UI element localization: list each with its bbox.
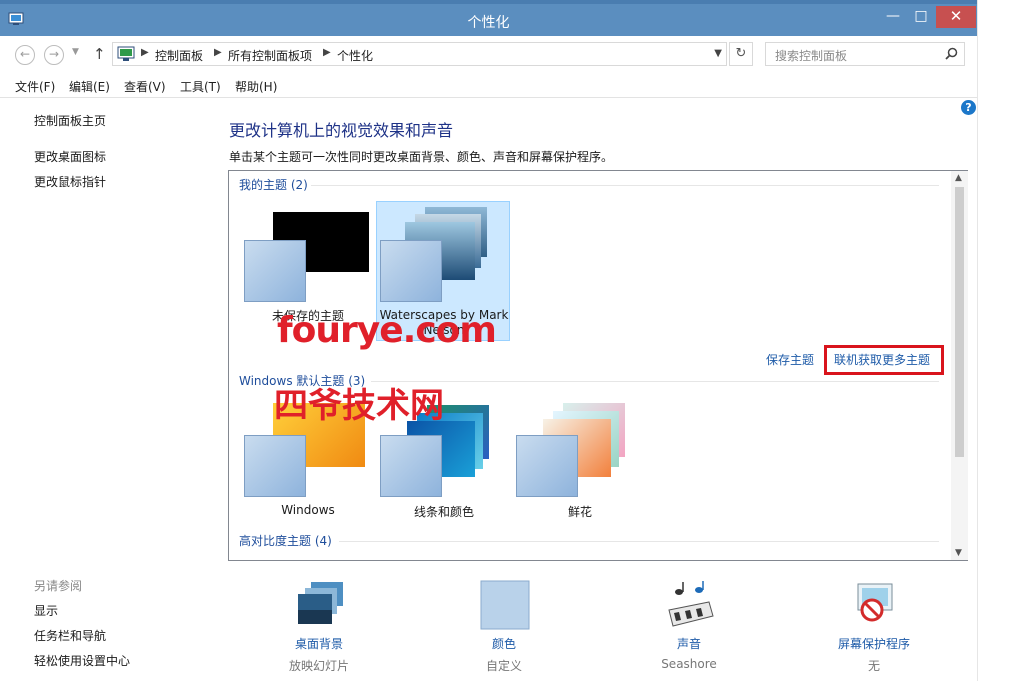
background-strip <box>977 0 1010 681</box>
screensaver-label: 屏幕保护程序 <box>837 637 910 651</box>
color-palette-icon <box>244 435 306 497</box>
taskbar-navigation-link[interactable]: 任务栏和导航 <box>34 627 106 644</box>
maximize-button[interactable]: □ <box>908 6 934 28</box>
watermark-url: fourye.com <box>277 310 497 351</box>
screensaver-setting[interactable]: 屏幕保护程序 无 <box>819 578 929 678</box>
see-also-heading: 另请参阅 <box>34 579 83 593</box>
breadcrumb-separator-icon[interactable]: ▶ <box>323 47 331 58</box>
color-swatch-icon <box>480 580 530 630</box>
color-setting[interactable]: 颜色 自定义 <box>449 578 559 678</box>
screensaver-value: 无 <box>867 659 880 673</box>
change-desktop-icons-link[interactable]: 更改桌面图标 <box>34 148 106 165</box>
desktop-background-value: 放映幻灯片 <box>288 659 349 673</box>
color-label: 颜色 <box>491 637 516 651</box>
minimize-button[interactable]: — <box>880 6 906 28</box>
menu-bar: 文件(F) 编辑(E) 查看(V) 工具(T) 帮助(H) <box>0 72 977 98</box>
save-theme-link[interactable]: 保存主题 <box>766 351 814 368</box>
color-tile-icon <box>244 240 306 302</box>
desktop-background-setting[interactable]: 桌面背景 放映幻灯片 <box>264 578 374 678</box>
theme-name: 线条和颜色 <box>413 505 474 519</box>
close-button[interactable]: ✕ <box>936 6 976 28</box>
address-chevron-down-icon[interactable]: ▼ <box>714 48 722 59</box>
color-palette-icon <box>516 435 578 497</box>
menu-tools[interactable]: 工具(T) <box>180 78 221 95</box>
menu-view[interactable]: 查看(V) <box>124 78 166 95</box>
scrollbar-thumb[interactable] <box>955 187 964 457</box>
theme-name: Windows <box>281 503 335 517</box>
high-contrast-group-title: 高对比度主题 (4) <box>239 534 332 548</box>
desktop-background-icon <box>298 582 343 624</box>
refresh-button[interactable]: ↻ <box>729 42 753 66</box>
group-divider <box>371 381 939 382</box>
my-themes-group-title: 我的主题 (2) <box>239 178 308 192</box>
group-divider <box>339 541 939 542</box>
navigation-bar: ← → ▼ ↑ ▶ 控制面板 ▶ 所有控制面板项 ▶ 个性化 ▼ ↻ 搜索控制面… <box>0 36 977 72</box>
help-icon[interactable]: ? <box>961 100 976 115</box>
address-field[interactable]: ▶ 控制面板 ▶ 所有控制面板项 ▶ 个性化 ▼ <box>112 42 727 66</box>
window-title: 个性化 <box>467 15 510 31</box>
breadcrumb-all-items[interactable]: 所有控制面板项 <box>228 47 312 64</box>
color-tile-icon <box>380 240 442 302</box>
theme-name: 鲜花 <box>567 505 592 519</box>
color-value: 自定义 <box>485 659 522 673</box>
title-bar: 个性化 — □ ✕ <box>0 0 977 36</box>
breadcrumb-personalization[interactable]: 个性化 <box>337 47 373 64</box>
search-placeholder: 搜索控制面板 <box>775 49 848 63</box>
theme-list-scrollbar[interactable]: ▲ ▼ <box>951 171 968 560</box>
sound-label: 声音 <box>676 637 701 651</box>
control-panel-icon <box>117 46 135 61</box>
menu-edit[interactable]: 编辑(E) <box>69 78 110 95</box>
search-icon[interactable] <box>945 47 958 60</box>
theme-list[interactable]: 我的主题 (2) 未保存的主题 Waterscapes by Mark Nels… <box>228 170 968 561</box>
display-link[interactable]: 显示 <box>34 602 58 619</box>
page-title: 更改计算机上的视觉效果和声音 <box>229 121 454 140</box>
theme-item-flowers[interactable]: 鲜花 <box>513 393 647 533</box>
breadcrumb-separator-icon[interactable]: ▶ <box>214 47 222 58</box>
sound-keyboard-icon <box>668 581 714 627</box>
breadcrumb-separator-icon[interactable]: ▶ <box>141 47 149 58</box>
recent-locations-chevron-icon[interactable]: ▼ <box>72 47 79 57</box>
control-panel-home-link[interactable]: 控制面板主页 <box>34 112 106 129</box>
page-description: 单击某个主题可一次性同时更改桌面背景、颜色、声音和屏幕保护程序。 <box>229 150 614 164</box>
sound-setting[interactable]: 声音 Seashore <box>634 578 744 678</box>
desktop-background-label: 桌面背景 <box>294 637 343 651</box>
color-palette-icon <box>380 435 442 497</box>
get-more-themes-online-link[interactable]: 联机获取更多主题 <box>834 351 930 368</box>
change-mouse-pointers-link[interactable]: 更改鼠标指针 <box>34 173 106 190</box>
menu-help[interactable]: 帮助(H) <box>235 78 277 95</box>
group-divider <box>311 185 939 186</box>
sound-value: Seashore <box>661 657 717 671</box>
menu-file[interactable]: 文件(F) <box>15 78 55 95</box>
scroll-down-icon[interactable]: ▼ <box>955 548 962 558</box>
scroll-up-icon[interactable]: ▲ <box>955 173 962 183</box>
back-button[interactable]: ← <box>15 45 35 65</box>
forward-button[interactable]: → <box>44 45 64 65</box>
watermark-site-name: 四爷技术网 <box>274 386 444 426</box>
breadcrumb-control-panel[interactable]: 控制面板 <box>155 47 203 64</box>
up-arrow-icon[interactable]: ↑ <box>93 45 106 63</box>
screensaver-icon <box>857 583 893 622</box>
search-input[interactable]: 搜索控制面板 <box>765 42 965 66</box>
ease-of-access-link[interactable]: 轻松使用设置中心 <box>34 652 130 669</box>
